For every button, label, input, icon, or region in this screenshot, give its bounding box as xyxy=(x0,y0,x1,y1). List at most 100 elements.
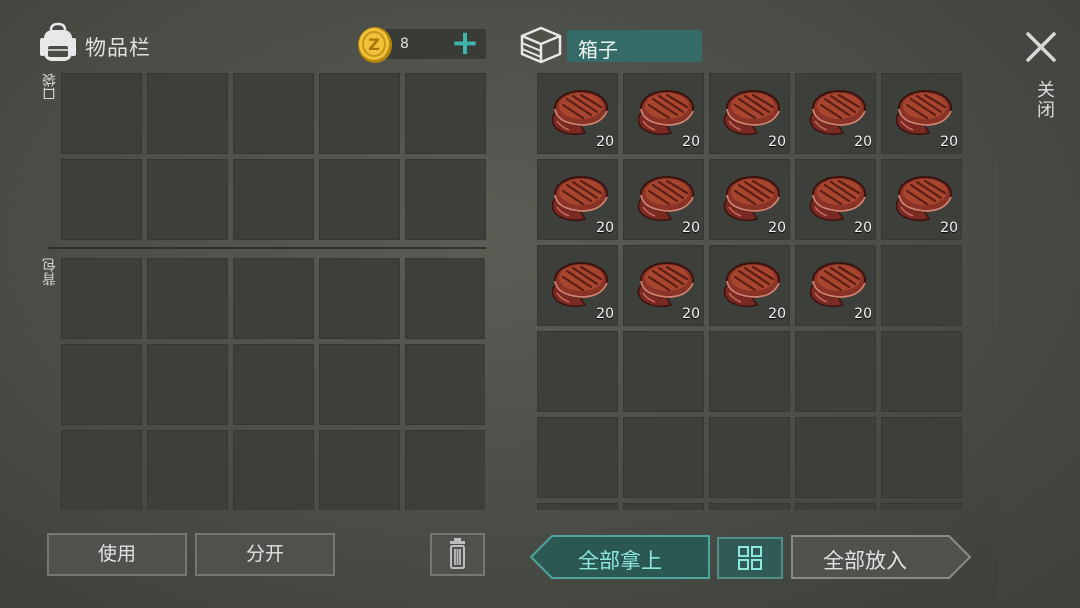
container-slot[interactable]: 20 xyxy=(881,73,962,154)
backpack-scroll-area[interactable] xyxy=(61,258,485,510)
container-slot[interactable] xyxy=(709,417,790,498)
grid-layout-icon xyxy=(738,546,762,570)
container-slot[interactable] xyxy=(623,331,704,412)
pocket-slot[interactable] xyxy=(147,73,228,154)
backpack-slot[interactable] xyxy=(319,258,400,339)
item-count: 20 xyxy=(596,306,614,322)
close-button[interactable] xyxy=(1022,28,1060,66)
inventory-title: 物品栏 xyxy=(85,36,151,60)
container-slot[interactable] xyxy=(537,331,618,412)
box-icon xyxy=(520,26,562,64)
backpack-slot[interactable] xyxy=(61,344,142,425)
container-slot[interactable]: 20 xyxy=(537,73,618,154)
put-all-label: 全部放入 xyxy=(823,549,907,573)
container-scroll-area[interactable]: 20 20 20 20 20 20 20 20 20 20 20 20 20 20 xyxy=(537,73,963,510)
container-slot[interactable]: 20 xyxy=(709,245,790,326)
steak-icon xyxy=(551,262,608,308)
coin-icon: Z xyxy=(358,27,392,63)
backpack-slot[interactable] xyxy=(147,258,228,339)
container-slot[interactable] xyxy=(881,331,962,412)
backpack-slot[interactable] xyxy=(405,344,485,425)
steak-icon xyxy=(809,176,866,222)
container-slot[interactable] xyxy=(537,503,618,510)
container-slot[interactable] xyxy=(881,245,962,326)
use-button[interactable]: 使用 xyxy=(47,533,187,576)
container-slot[interactable]: 20 xyxy=(709,159,790,240)
section-divider xyxy=(48,247,486,249)
pocket-slot[interactable] xyxy=(147,159,228,240)
container-slot[interactable] xyxy=(881,417,962,498)
container-slot[interactable] xyxy=(709,503,790,510)
backpack-slot[interactable] xyxy=(233,344,314,425)
item-count: 20 xyxy=(768,306,786,322)
split-button[interactable]: 分开 xyxy=(195,533,335,576)
sort-layout-button[interactable] xyxy=(717,537,783,579)
container-slot[interactable]: 20 xyxy=(537,159,618,240)
item-count: 20 xyxy=(768,134,786,150)
close-label[interactable]: 关闭 xyxy=(1031,80,1057,120)
pocket-slot[interactable] xyxy=(233,73,314,154)
container-slot[interactable]: 20 xyxy=(623,245,704,326)
trash-icon xyxy=(450,538,465,569)
container-slot[interactable]: 20 xyxy=(537,245,618,326)
container-slot[interactable] xyxy=(537,417,618,498)
steak-icon xyxy=(637,90,694,136)
coin-count: 8 xyxy=(400,36,409,52)
pocket-slot[interactable] xyxy=(405,159,486,240)
container-slot[interactable]: 20 xyxy=(795,159,876,240)
item-count: 20 xyxy=(682,306,700,322)
backpack-slot[interactable] xyxy=(233,258,314,339)
svg-text:Z: Z xyxy=(368,35,380,54)
backpack-slot[interactable] xyxy=(319,344,400,425)
backpack-slot[interactable] xyxy=(61,258,142,339)
backpack-label: 背包 xyxy=(42,258,58,286)
container-slot[interactable] xyxy=(795,503,876,510)
container-slot[interactable] xyxy=(709,331,790,412)
backpack-slot[interactable] xyxy=(147,344,228,425)
container-slot[interactable] xyxy=(795,417,876,498)
container-slot[interactable]: 20 xyxy=(623,73,704,154)
pocket-grid xyxy=(61,73,486,240)
backpack-icon xyxy=(40,22,76,61)
container-slot[interactable]: 20 xyxy=(623,159,704,240)
item-count: 20 xyxy=(854,134,872,150)
steak-icon xyxy=(637,262,694,308)
steak-icon xyxy=(551,90,608,136)
pocket-slot[interactable] xyxy=(405,73,486,154)
container-slot[interactable] xyxy=(795,331,876,412)
steak-icon xyxy=(723,90,780,136)
container-slot[interactable]: 20 xyxy=(795,245,876,326)
container-slot[interactable]: 20 xyxy=(709,73,790,154)
item-count: 20 xyxy=(596,134,614,150)
pocket-slot[interactable] xyxy=(233,159,314,240)
add-coin-button[interactable]: + xyxy=(448,26,482,61)
pocket-slot[interactable] xyxy=(61,73,142,154)
steak-icon xyxy=(809,90,866,136)
backpack-slot[interactable] xyxy=(405,430,485,510)
backpack-slot[interactable] xyxy=(147,430,228,510)
backpack-grid xyxy=(61,258,485,510)
container-slot[interactable]: 20 xyxy=(881,159,962,240)
steak-icon xyxy=(723,176,780,222)
pocket-label: 口袋 xyxy=(42,73,58,101)
container-slot[interactable] xyxy=(623,503,704,510)
pocket-slot[interactable] xyxy=(319,73,400,154)
backpack-slot[interactable] xyxy=(61,430,142,510)
pocket-slot[interactable] xyxy=(61,159,142,240)
item-count: 20 xyxy=(768,220,786,236)
item-count: 20 xyxy=(854,220,872,236)
pocket-slot[interactable] xyxy=(319,159,400,240)
item-count: 20 xyxy=(596,220,614,236)
container-slot[interactable] xyxy=(881,503,962,510)
steak-icon xyxy=(809,262,866,308)
steak-icon xyxy=(895,176,952,222)
backpack-slot[interactable] xyxy=(405,258,485,339)
backpack-slot[interactable] xyxy=(319,430,400,510)
item-count: 20 xyxy=(682,220,700,236)
item-count: 20 xyxy=(940,134,958,150)
backpack-slot[interactable] xyxy=(233,430,314,510)
item-count: 20 xyxy=(854,306,872,322)
trash-button[interactable] xyxy=(430,533,485,576)
container-slot[interactable] xyxy=(623,417,704,498)
container-slot[interactable]: 20 xyxy=(795,73,876,154)
